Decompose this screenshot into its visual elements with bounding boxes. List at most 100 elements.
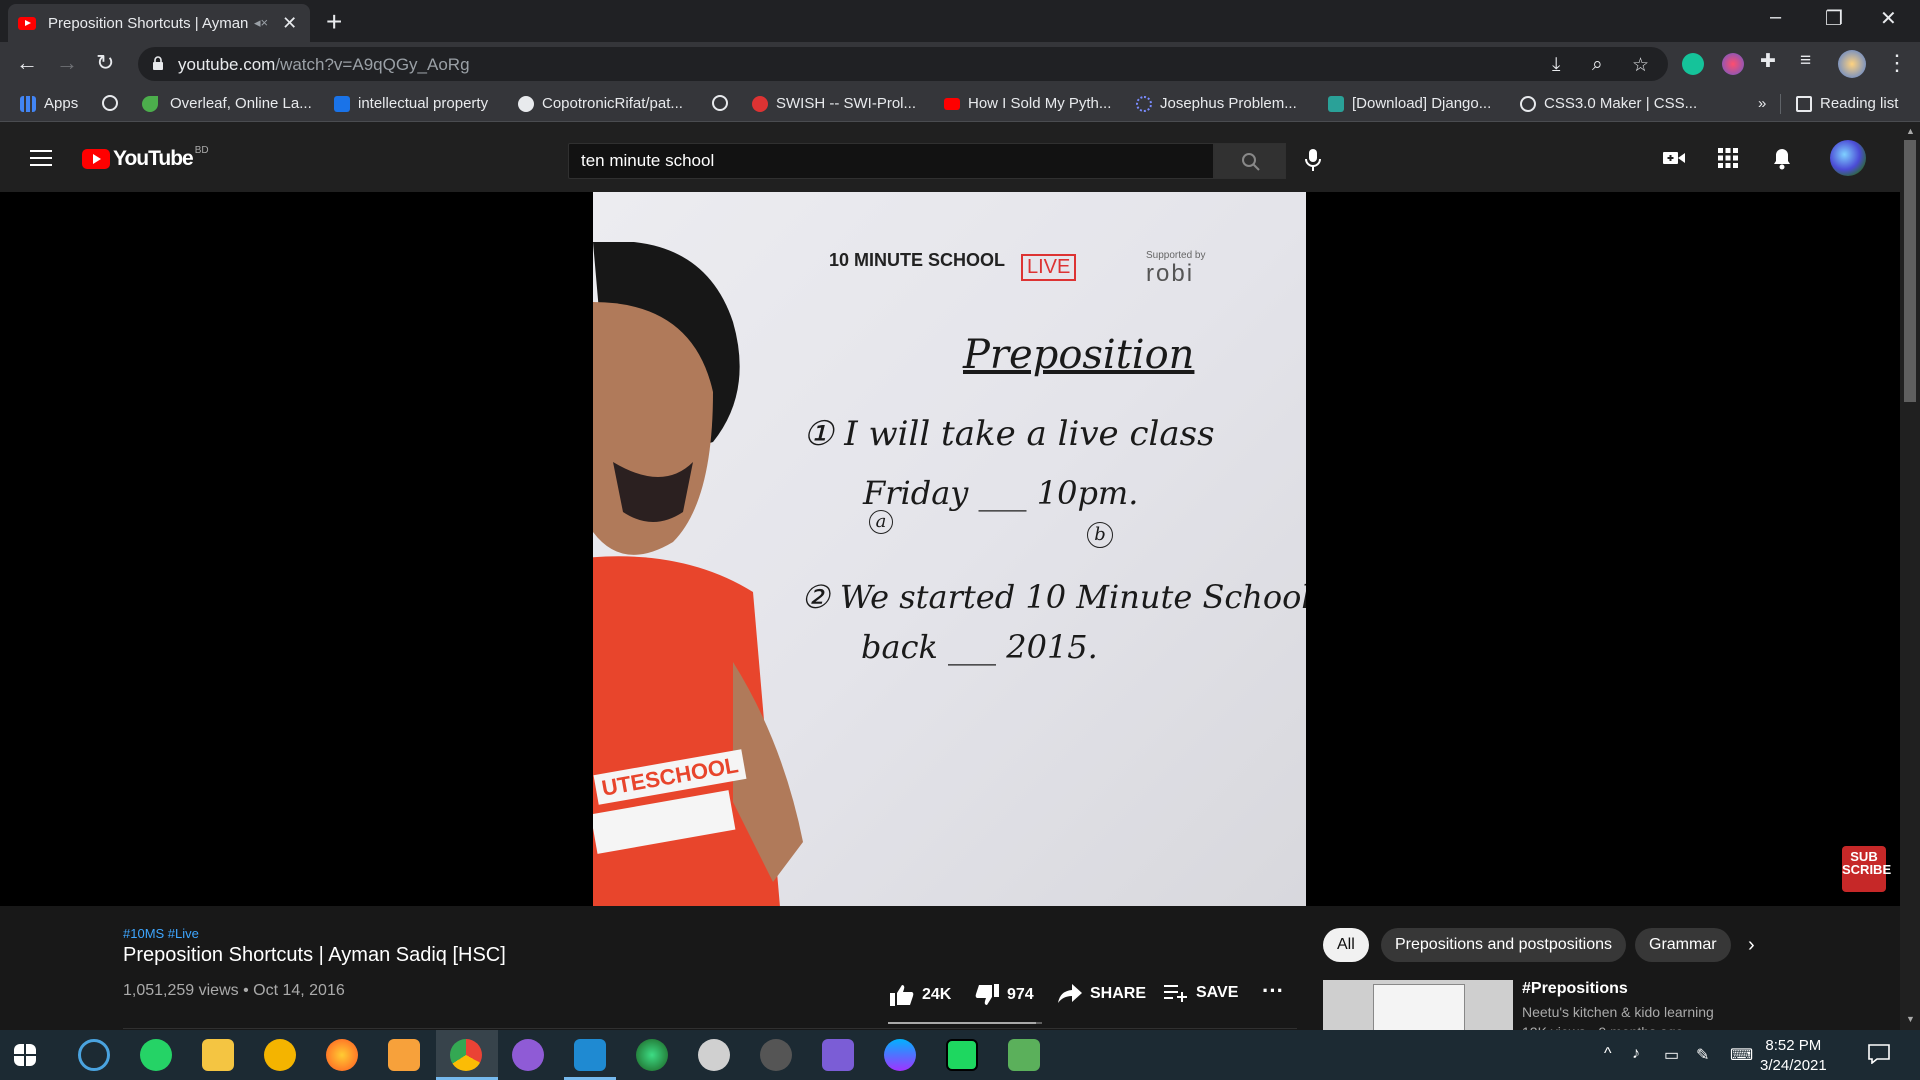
close-window-icon[interactable]: ✕ <box>1880 6 1897 31</box>
bookmark-intellectual-property[interactable]: intellectual property <box>334 95 488 112</box>
volume-icon[interactable]: ♪ <box>1632 1045 1640 1063</box>
pycharm-icon[interactable] <box>946 1039 978 1071</box>
chrome-icon[interactable] <box>450 1039 482 1071</box>
subscribe-watermark-button[interactable]: SUB SCRIBE <box>1842 846 1891 892</box>
vpn-app-icon[interactable] <box>264 1039 296 1071</box>
youtube-logo[interactable]: YouTube BD <box>82 144 209 171</box>
page-scrollbar[interactable]: ▲ ▼ <box>1900 122 1920 1030</box>
bookmark-github[interactable]: CopotronicRifat/pat... <box>518 95 683 112</box>
bookmark-css-maker[interactable]: CSS3.0 Maker | CSS... <box>1520 95 1697 112</box>
video-player[interactable]: 10 MINUTE SCHOOL LIVE Supported by robi … <box>0 192 1900 906</box>
windows-start-icon[interactable] <box>14 1044 36 1066</box>
more-bookmarks-button[interactable]: » <box>1758 95 1766 112</box>
account-avatar[interactable] <box>1830 140 1866 176</box>
notifications-bell-icon[interactable] <box>1772 148 1792 170</box>
messenger-icon[interactable] <box>884 1039 916 1071</box>
save-button[interactable]: SAVE <box>1164 984 1238 1002</box>
bookmark-overleaf[interactable]: Overleaf, Online La... <box>142 95 312 112</box>
install-icon[interactable]: ⤓ <box>1552 54 1560 76</box>
notepad-icon[interactable] <box>1008 1039 1040 1071</box>
pen-icon[interactable]: ✎ <box>1696 1045 1709 1065</box>
zoom-icon[interactable]: ⌕ <box>1592 54 1603 76</box>
notification-center-icon[interactable] <box>1868 1044 1890 1064</box>
keyboard-icon[interactable]: ⌨ <box>1730 1045 1753 1065</box>
video-frame[interactable]: 10 MINUTE SCHOOL LIVE Supported by robi … <box>593 192 1306 906</box>
country-code: BD <box>194 144 209 156</box>
like-button[interactable]: 24K <box>890 984 951 1006</box>
puzzle-icon[interactable]: ✚ <box>1760 50 1776 73</box>
forward-icon[interactable]: → <box>56 50 78 76</box>
bookmarks-bar: Apps Overleaf, Online La... intellectual… <box>0 86 1920 122</box>
bookmark-globe-1[interactable] <box>102 95 126 111</box>
create-video-icon[interactable] <box>1662 148 1686 168</box>
minimize-icon[interactable]: – <box>1770 6 1781 29</box>
bookmark-divider <box>1780 94 1781 114</box>
chip-all[interactable]: All <box>1323 928 1369 962</box>
chip-grammar[interactable]: Grammar <box>1635 928 1731 962</box>
recommended-thumbnail[interactable] <box>1323 980 1513 1030</box>
update-app-icon[interactable] <box>78 1039 110 1071</box>
taskbar-clock[interactable]: 8:52 PM 3/24/2021 <box>1760 1036 1827 1076</box>
chips-next-chevron-icon[interactable]: › <box>1748 934 1755 957</box>
video-title: Preposition Shortcuts | Ayman Sadiq [HSC… <box>123 944 506 966</box>
restore-icon[interactable]: ❐ <box>1825 6 1843 31</box>
search-button[interactable] <box>1214 143 1286 179</box>
vscode-icon[interactable] <box>574 1039 606 1071</box>
bookmark-apps[interactable]: Apps <box>20 95 78 112</box>
share-arrow-icon <box>1058 984 1082 1003</box>
scrollbar-thumb[interactable] <box>1904 140 1916 402</box>
network-icon[interactable]: ▭ <box>1664 1045 1679 1065</box>
video-hashtags[interactable]: #10MS #Live <box>123 926 199 941</box>
back-icon[interactable]: ← <box>16 50 38 76</box>
app-satellite-icon[interactable] <box>760 1039 792 1071</box>
tray-chevron-up-icon[interactable]: ^ <box>1604 1045 1612 1063</box>
scroll-up-arrow-icon[interactable]: ▲ <box>1906 126 1915 136</box>
browser-tab[interactable]: Preposition Shortcuts | Ayman Sadiq [HSC… <box>8 4 310 42</box>
microphone-icon[interactable] <box>1304 148 1322 172</box>
github-desktop-icon[interactable] <box>512 1039 544 1071</box>
recommended-channel[interactable]: Neetu's kitchen & kido learning <box>1522 1004 1714 1020</box>
recommended-title[interactable]: #Prepositions <box>1522 980 1628 998</box>
apps-grid-icon[interactable] <box>1718 148 1738 168</box>
bookmark-youtube[interactable]: How I Sold My Pyth... <box>944 95 1111 112</box>
bookmark-globe-2[interactable] <box>712 95 736 111</box>
reload-icon[interactable]: ↻ <box>96 50 114 76</box>
search-input[interactable] <box>569 144 1213 178</box>
dislike-count: 974 <box>1007 986 1034 1003</box>
new-tab-button[interactable]: + <box>326 6 342 38</box>
chip-prepositions-and-postpositions[interactable]: Prepositions and postpositions <box>1381 928 1627 962</box>
dislike-button[interactable]: 974 <box>975 984 1034 1006</box>
board-blank-a: a <box>869 510 893 534</box>
search-box <box>568 143 1214 179</box>
anaconda-icon[interactable] <box>636 1039 668 1071</box>
firefox-icon[interactable] <box>326 1039 358 1071</box>
address-bar[interactable]: youtube.com/watch?v=A9qQGy_AoRg ⤓ ⌕ ☆ <box>138 47 1668 81</box>
scroll-down-arrow-icon[interactable]: ▼ <box>1906 1014 1915 1024</box>
globe-icon <box>102 95 118 111</box>
bookmark-star-icon[interactable]: ☆ <box>1632 54 1649 77</box>
bookmark-josephus[interactable]: Josephus Problem... <box>1136 95 1297 112</box>
bookmark-swish[interactable]: SWISH -- SWI-Prol... <box>752 95 916 112</box>
visual-studio-icon[interactable] <box>822 1039 854 1071</box>
board-sponsor: robi <box>1146 260 1195 287</box>
shirt-logo-text: UTESCHOOL <box>593 749 747 805</box>
more-actions-icon[interactable]: ··· <box>1262 978 1284 1004</box>
media-control-icon[interactable]: ≡ <box>1800 50 1811 72</box>
office-app-icon[interactable] <box>388 1039 420 1071</box>
whatsapp-icon[interactable] <box>140 1039 172 1071</box>
file-explorer-icon[interactable] <box>202 1039 234 1071</box>
reading-list-button[interactable]: Reading list <box>1796 95 1898 112</box>
bookmark-django[interactable]: [Download] Django... <box>1328 95 1491 112</box>
close-tab-icon[interactable]: ✕ <box>282 13 297 34</box>
hamburger-menu-icon[interactable] <box>30 150 52 166</box>
profile-avatar[interactable] <box>1838 50 1866 78</box>
like-count: 24K <box>922 986 952 1003</box>
swish-icon <box>752 95 768 112</box>
app-globe-icon[interactable] <box>698 1039 730 1071</box>
speaker-muted-icon[interactable]: ◂× <box>254 15 268 31</box>
menu-dots-icon[interactable]: ⋮ <box>1886 50 1908 76</box>
extension-icon[interactable] <box>1722 53 1744 75</box>
overleaf-icon <box>142 95 158 112</box>
grammarly-icon[interactable] <box>1682 53 1704 75</box>
share-button[interactable]: SHARE <box>1058 984 1146 1004</box>
